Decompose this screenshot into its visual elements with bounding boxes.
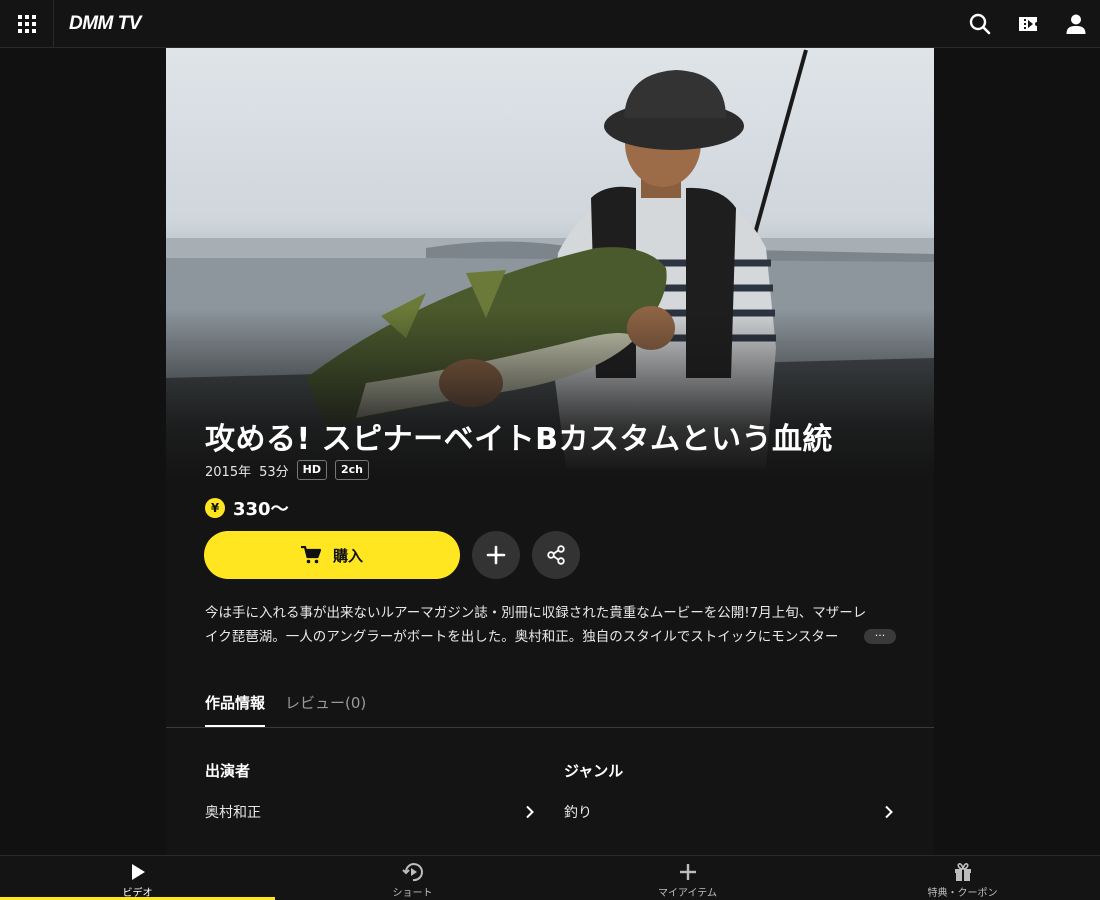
gift-icon <box>954 863 971 881</box>
chevron-right-icon <box>526 805 534 819</box>
meta-row: 2015年 53分 HD 2ch <box>205 460 377 480</box>
share-button[interactable] <box>532 531 580 579</box>
user-icon <box>1066 14 1086 34</box>
ticket-icon <box>1019 17 1037 31</box>
share-icon <box>547 545 565 565</box>
tab-work-info[interactable]: 作品情報 <box>205 692 266 727</box>
short-video-icon <box>401 863 423 882</box>
cast-heading: 出演者 <box>205 762 251 780</box>
content-panel: 攻める! スピナーベイトBカスタムという血統 2015年 53分 HD 2ch … <box>166 48 934 855</box>
nav-perks-label: 特典・クーポン <box>927 888 998 899</box>
cast-name: 奥村和正 <box>205 805 261 821</box>
plus-icon <box>486 545 506 565</box>
nav-my-items[interactable]: マイアイテム <box>550 856 825 900</box>
expand-description-button[interactable]: ··· <box>864 629 896 644</box>
genre-section: ジャンル 釣り <box>564 760 894 821</box>
bottom-navigation: ビデオ ショート マイアイテム 特典・クーポン <box>0 855 1100 900</box>
price-row: ¥ 330〜 <box>205 495 289 521</box>
top-header: DMM TV <box>0 0 1100 48</box>
search-button[interactable] <box>968 12 992 36</box>
description-line-1: 今は手に入れる事が出来ないルアーマガジン誌・別冊に収録された貴重なムービーを公開… <box>205 605 867 621</box>
nav-perks-coupons[interactable]: 特典・クーポン <box>825 856 1100 900</box>
audio-badge: 2ch <box>334 460 369 480</box>
nav-short[interactable]: ショート <box>275 856 550 900</box>
nav-my-items-label: マイアイテム <box>658 888 717 899</box>
search-icon <box>969 13 991 35</box>
play-icon <box>131 864 145 880</box>
dmm-tv-logo[interactable]: DMM TV <box>69 12 141 36</box>
yen-coin-icon: ¥ <box>205 498 225 518</box>
description: 今は手に入れる事が出来ないルアーマガジン誌・別冊に収録された貴重なムービーを公開… <box>205 601 895 649</box>
duration: 53分 <box>259 464 289 480</box>
grid-menu-button[interactable] <box>0 0 54 47</box>
account-button[interactable] <box>1064 12 1088 36</box>
plus-icon <box>679 864 696 880</box>
genre-name: 釣り <box>564 805 592 821</box>
add-to-list-button[interactable] <box>472 531 520 579</box>
chevron-right-icon <box>885 805 893 819</box>
cast-section: 出演者 奥村和正 <box>205 760 535 821</box>
genre-link[interactable]: 釣り <box>564 800 894 824</box>
genre-heading: ジャンル <box>564 762 624 780</box>
cart-icon <box>300 546 321 564</box>
video-title: 攻める! スピナーベイトBカスタムという血統 <box>205 422 833 457</box>
nav-video[interactable]: ビデオ <box>0 856 275 900</box>
release-year: 2015年 <box>205 464 252 480</box>
price: 330〜 <box>233 499 289 520</box>
hd-badge: HD <box>296 460 327 480</box>
ticket-button[interactable] <box>1016 12 1040 36</box>
grid-menu-icon <box>17 14 36 33</box>
detail-tabs: 作品情報 レビュー(0) <box>166 678 934 728</box>
nav-short-label: ショート <box>392 888 433 899</box>
buy-label: 購入 <box>332 546 363 565</box>
cast-link[interactable]: 奥村和正 <box>205 800 535 824</box>
buy-button[interactable]: 購入 <box>204 531 460 579</box>
description-line-2: イク琵琶湖。一人のアングラーがボートを出した。奥村和正。独自のスタイルでストイッ… <box>205 629 839 645</box>
tab-reviews[interactable]: レビュー(0) <box>285 692 366 725</box>
